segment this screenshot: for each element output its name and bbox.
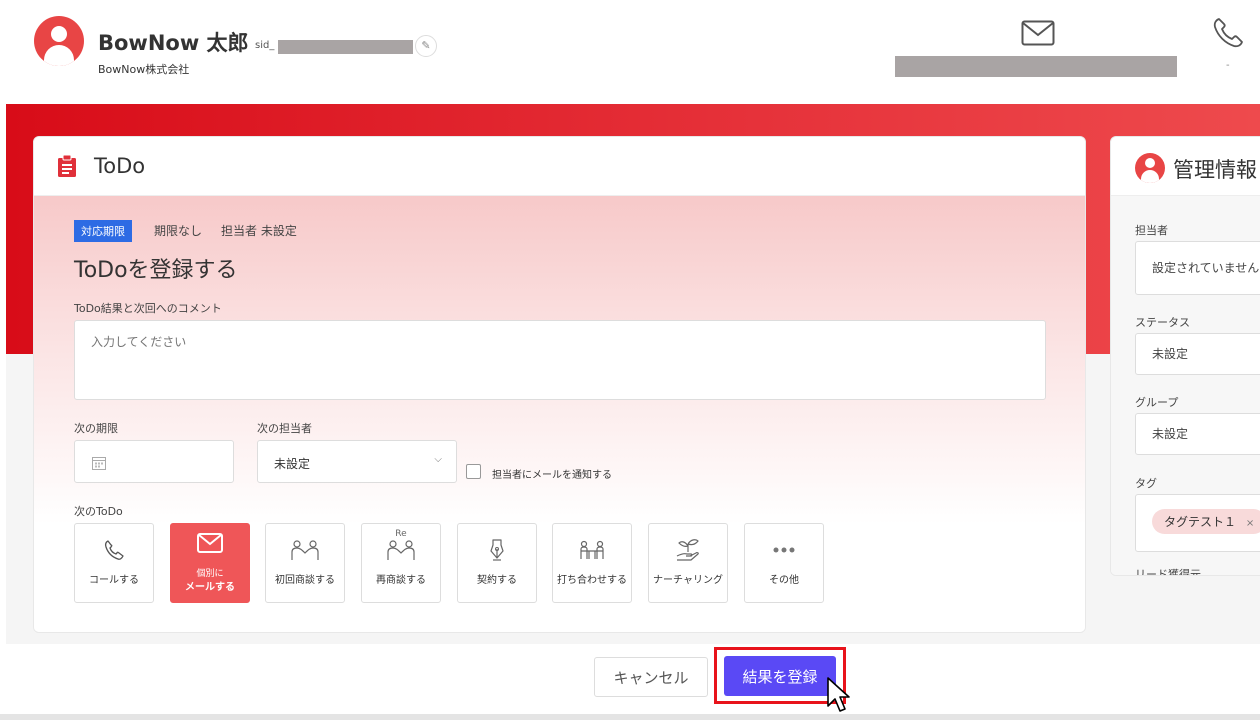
next-deadline-label: 次の期限 (74, 422, 118, 435)
action-discussion-button[interactable]: 打ち合わせする (552, 523, 632, 603)
deadline-badge: 対応期限 (74, 220, 132, 242)
todo-card: ToDo 対応期限 期限なし 担当者 未設定 ToDoを登録する ToDo結果と… (33, 136, 1086, 633)
more-icon (745, 538, 823, 562)
avatar-head (51, 26, 67, 42)
clipboard-icon (56, 154, 78, 182)
action-call-button[interactable]: コールする (74, 523, 154, 603)
submit-result-button[interactable]: 結果を登録 (724, 656, 836, 696)
action-re-meeting-button[interactable]: Re 再商談する (361, 523, 441, 603)
deadline-value: 期限なし (154, 224, 203, 238)
company-name: BowNow株式会社 (98, 63, 190, 76)
info-assignee-field[interactable]: 設定されていません (1135, 241, 1260, 295)
info-group-value: 未設定 (1152, 427, 1189, 441)
phone-value: - (1226, 60, 1230, 71)
info-tag-label: タグ (1135, 477, 1157, 490)
action-other-label: その他 (769, 575, 799, 586)
info-group-label: グループ (1135, 396, 1179, 409)
action-mail-label-line2: メールする (185, 582, 235, 593)
mail-icon[interactable] (1021, 20, 1055, 50)
avatar (34, 16, 84, 66)
next-assignee-label: 次の担当者 (257, 422, 312, 435)
mouse-cursor-icon (826, 676, 850, 718)
info-status-label: ステータス (1135, 316, 1190, 329)
footer-strip (0, 714, 1260, 720)
sid-label: sid_ (255, 40, 275, 51)
assignee-value: 担当者 未設定 (221, 224, 297, 238)
contact-name: BowNow 太郎 (98, 31, 249, 55)
cancel-button[interactable]: キャンセル (594, 657, 708, 697)
todo-form: 対応期限 期限なし 担当者 未設定 ToDoを登録する ToDo結果と次回へのコ… (34, 196, 1085, 632)
info-group-select[interactable]: 未設定 (1135, 413, 1260, 455)
action-first-meeting-label: 初回商談する (275, 575, 335, 586)
phone-icon (75, 538, 153, 562)
info-card-header: 管理情報 (1111, 137, 1260, 196)
notify-checkbox[interactable] (466, 464, 481, 479)
action-nurturing-button[interactable]: ナーチャリング (648, 523, 728, 603)
mail-icon (171, 533, 249, 557)
calendar-icon (92, 455, 106, 474)
management-info-card: 管理情報 担当者 設定されていません ステータス 未設定 グループ 未設定 タグ… (1110, 136, 1260, 576)
next-assignee-select[interactable]: 未設定 ⌵ (257, 440, 457, 483)
info-assignee-label: 担当者 (1135, 224, 1168, 237)
next-assignee-value: 未設定 (274, 457, 311, 471)
info-assignee-value: 設定されていません (1152, 261, 1260, 275)
comment-label: ToDo結果と次回へのコメント (74, 302, 222, 315)
comment-textarea[interactable] (74, 320, 1046, 400)
pencil-icon: ✎ (421, 39, 431, 52)
action-mail-button[interactable]: 個別に メールする (170, 523, 250, 603)
sid-redacted (278, 40, 413, 54)
info-card-title: 管理情報 (1173, 158, 1257, 182)
todo-card-title: ToDo (94, 154, 146, 178)
email-redacted (895, 56, 1177, 77)
action-contract-label: 契約する (477, 575, 517, 586)
action-first-meeting-button[interactable]: 初回商談する (265, 523, 345, 603)
tag-chip-label: タグテスト１ (1164, 515, 1237, 529)
user-icon-head (1145, 158, 1155, 168)
action-mail-label: 個別に メールする (171, 568, 249, 594)
meeting-icon (266, 538, 344, 562)
action-discussion-label: 打ち合わせする (557, 575, 627, 586)
user-icon-body (1141, 170, 1159, 183)
chevron-down-icon: ⌵ (434, 454, 442, 465)
todo-card-header: ToDo (34, 137, 1085, 196)
re-badge: Re (395, 529, 407, 539)
phone-icon[interactable] (1211, 16, 1247, 54)
action-other-button[interactable]: その他 (744, 523, 824, 603)
tag-remove-icon[interactable]: × (1246, 518, 1254, 529)
action-re-meeting-label: 再商談する (376, 575, 426, 586)
action-mail-label-line1: 個別に (196, 569, 224, 579)
action-nurturing-label: ナーチャリング (653, 575, 723, 586)
info-status-value: 未設定 (1152, 347, 1189, 361)
action-contract-button[interactable]: 契約する (457, 523, 537, 603)
tag-chip: タグテスト１ × (1152, 509, 1260, 534)
register-title: ToDoを登録する (74, 258, 238, 283)
info-status-select[interactable]: 未設定 (1135, 333, 1260, 375)
info-tag-field[interactable]: タグテスト１ × (1135, 494, 1260, 552)
sprout-icon (649, 538, 727, 562)
next-todo-label: 次のToDo (74, 505, 123, 518)
action-call-label: コールする (89, 575, 139, 586)
notify-label: 担当者にメールを通知する (492, 470, 612, 481)
edit-button[interactable]: ✎ (415, 35, 437, 57)
re-meeting-icon: Re (362, 529, 440, 560)
info-lead-label: リード獲得元 (1135, 568, 1201, 576)
contact-header: BowNow 太郎 sid_ ✎ BowNow株式会社 - (0, 0, 1260, 104)
user-icon (1135, 153, 1165, 183)
info-card-body: 担当者 設定されていません ステータス 未設定 グループ 未設定 タグ タグテス… (1111, 196, 1260, 575)
avatar-body (44, 45, 74, 66)
pen-icon (458, 538, 536, 562)
discussion-icon (553, 538, 631, 562)
next-deadline-input[interactable] (74, 440, 234, 483)
